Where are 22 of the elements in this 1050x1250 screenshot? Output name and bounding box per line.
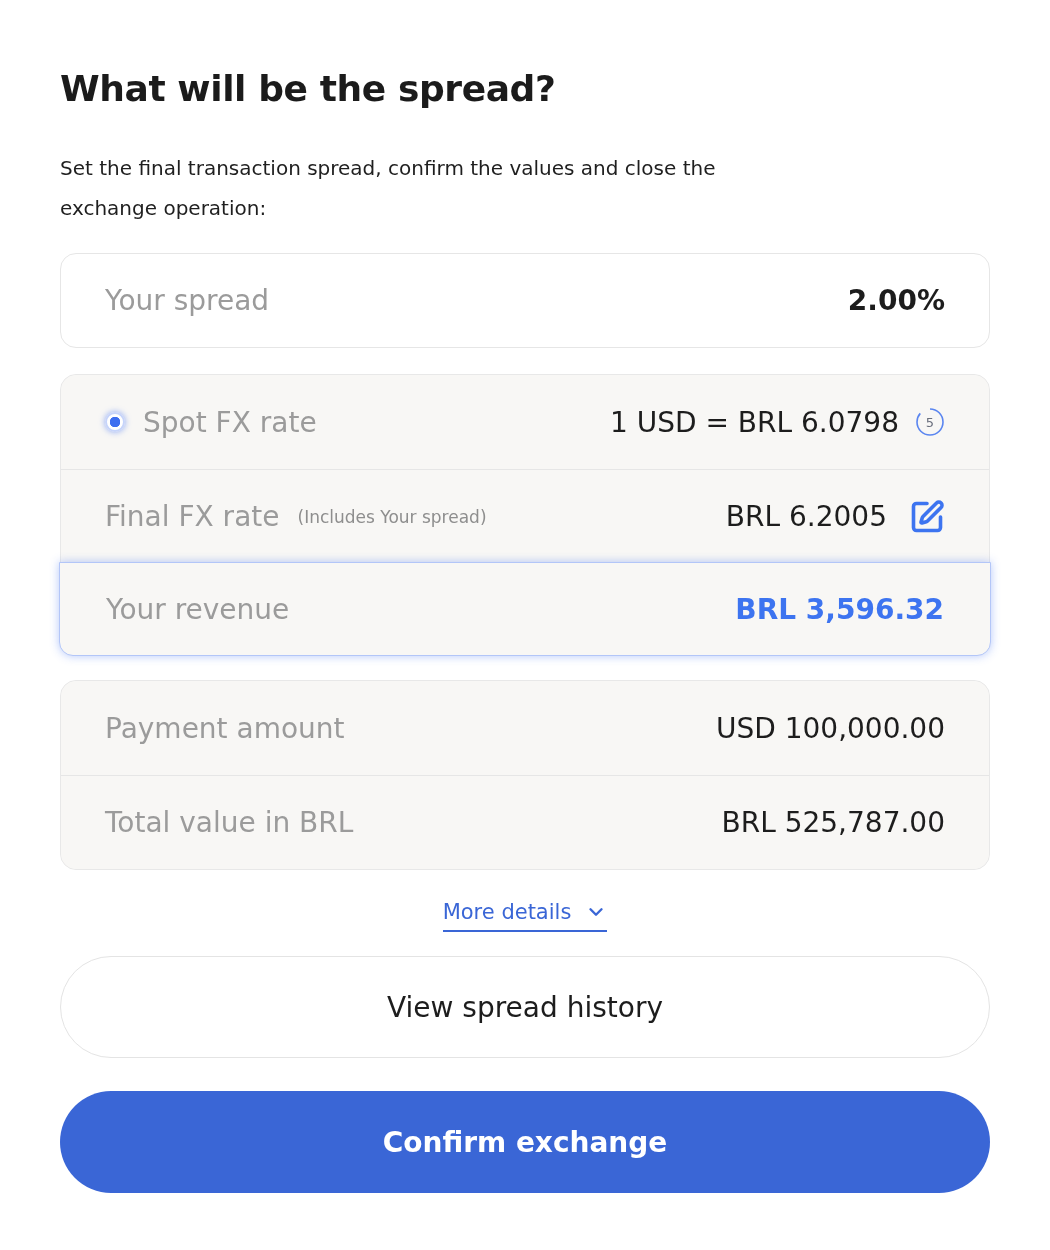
row-value: USD 100,000.00 bbox=[715, 711, 945, 745]
spread-value: 2.00% bbox=[847, 284, 945, 317]
row-value: BRL 525,787.00 bbox=[721, 806, 945, 839]
edit-icon[interactable] bbox=[909, 498, 945, 535]
rate-note: (Includes Your spread) bbox=[297, 506, 487, 527]
row-value: 1 USD = BRL 6.0798 bbox=[610, 405, 899, 439]
page-heading: What will be the spread? bbox=[60, 67, 556, 111]
row-label: Spot FX rate bbox=[143, 405, 317, 439]
history-button[interactable]: View spread history bbox=[60, 956, 990, 1058]
spread-field[interactable]: Your spread 2.00% bbox=[60, 253, 990, 348]
row-label: Final FX rate bbox=[105, 500, 280, 533]
row-label: Your revenue bbox=[106, 592, 290, 626]
countdown-timer: 5 bbox=[915, 407, 945, 437]
intro-text: Set the final transaction spread, confirm the values and close the exchange operation: bbox=[60, 155, 717, 222]
row-value: BRL 6.2005 bbox=[725, 500, 887, 533]
row-label: Payment amount bbox=[105, 711, 345, 745]
more-details-link[interactable]: More details bbox=[442, 900, 608, 932]
radio-button[interactable] bbox=[105, 412, 125, 432]
field-label: Your spread bbox=[105, 284, 270, 317]
confirm-button[interactable]: Confirm exchange bbox=[60, 1091, 990, 1193]
row-label: Total value in BRL bbox=[105, 806, 354, 839]
revenue-value: BRL 3,596.32 bbox=[735, 592, 944, 626]
